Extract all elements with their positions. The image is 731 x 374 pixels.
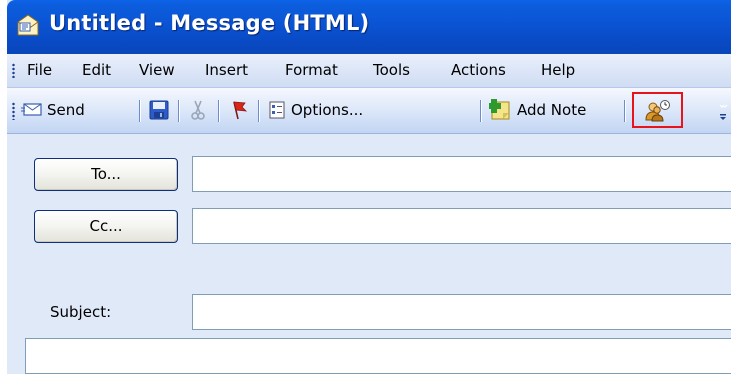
save-icon [149,100,169,120]
toolbar-grip[interactable] [12,102,15,120]
send-button[interactable]: Send [21,96,85,124]
cc-field[interactable] [192,208,731,244]
follow-up-flag-button[interactable] [228,96,250,124]
menu-view-label: View [139,61,175,79]
cc-button[interactable]: Cc... [34,210,178,243]
toolbar-separator [480,100,482,122]
toolbar-separator [178,100,180,122]
toolbar-separator [624,100,626,122]
add-note-label: Add Note [517,101,587,119]
title-bar: Untitled - Message (HTML) [7,0,731,54]
to-field[interactable] [192,156,731,192]
toolbar-overflow-chevron-icon[interactable] [718,102,728,122]
message-window: Untitled - Message (HTML) File Edit View… [7,0,731,374]
options-button[interactable]: Options... [267,96,363,124]
menu-actions-label: Actions [451,61,506,79]
menu-tools-label: Tools [373,61,410,79]
menu-format[interactable]: Format [285,61,338,79]
menu-help-label: Help [541,61,576,79]
cut-button[interactable] [187,96,209,124]
add-note-icon [489,99,510,120]
send-icon [21,103,42,116]
message-window-icon [17,14,39,36]
message-header-form: To... Cc... Subject: [7,134,731,374]
to-button-label: To... [91,165,121,183]
flag-icon [233,101,248,120]
window-title: Untitled - Message (HTML) [49,11,370,35]
menu-help[interactable]: Help [541,61,575,79]
menu-format-label: Format [285,61,338,79]
options-icon [269,101,285,119]
subject-label: Subject: [50,303,112,321]
menu-insert[interactable]: Insert [205,61,248,79]
menu-file[interactable]: File [27,61,52,79]
send-label: Send [47,101,85,119]
add-note-button[interactable]: Add Note [489,96,586,124]
scissors-icon [191,100,205,120]
menu-bar: File Edit View Insert Format Tools Actio… [7,54,731,88]
menu-edit[interactable]: Edit [82,61,111,79]
menu-file-label: File [27,61,53,79]
cc-button-label: Cc... [89,217,123,235]
standard-toolbar: Send Options... Add Note [7,88,731,134]
menu-tools[interactable]: Tools [373,61,410,79]
toolbar-separator [139,100,141,122]
menu-edit-label: Edit [82,61,112,79]
menu-view[interactable]: View [139,61,175,79]
menu-actions[interactable]: Actions [451,61,506,79]
menu-insert-label: Insert [205,61,249,79]
toolbar-separator [258,100,260,122]
contacts-clock-icon [645,100,670,122]
toolbar-separator [218,100,220,122]
subject-field[interactable] [192,294,731,330]
message-body-editor[interactable] [25,338,731,374]
options-label: Options... [291,101,364,119]
contact-linking-button[interactable] [632,92,683,128]
to-button[interactable]: To... [34,158,178,191]
menu-bar-grip[interactable] [12,63,15,78]
save-button[interactable] [148,96,170,124]
